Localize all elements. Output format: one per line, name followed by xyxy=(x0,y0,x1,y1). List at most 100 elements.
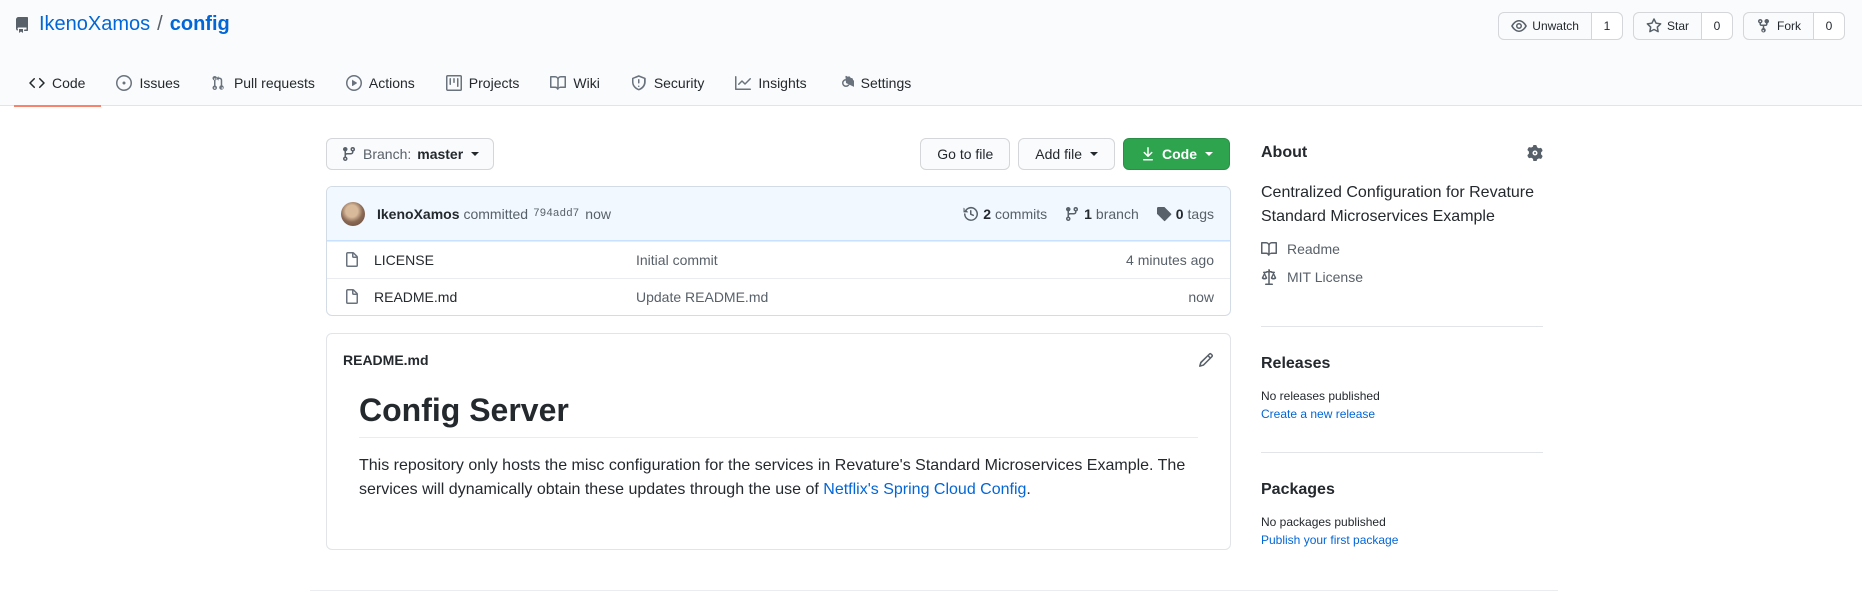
tab-issues[interactable]: Issues xyxy=(101,60,195,106)
readme-paragraph: This repository only hosts the misc conf… xyxy=(359,454,1198,502)
caret-down-icon xyxy=(1205,152,1213,156)
license-link-label: MIT License xyxy=(1287,269,1363,285)
packages-heading[interactable]: Packages xyxy=(1261,477,1543,503)
tab-insights-label: Insights xyxy=(758,75,807,91)
tags-count: 0 xyxy=(1175,205,1184,222)
readme-filename[interactable]: README.md xyxy=(343,352,429,368)
branch-name: master xyxy=(417,146,464,162)
tab-actions[interactable]: Actions xyxy=(331,60,431,106)
star-button-group: Star 0 xyxy=(1632,12,1733,40)
code-icon xyxy=(29,77,45,89)
no-packages-text: No packages published xyxy=(1261,515,1386,529)
go-to-file-button[interactable]: Go to file xyxy=(920,138,1011,170)
eye-icon xyxy=(1511,20,1528,32)
branches-link[interactable]: 1 branch xyxy=(1064,206,1139,222)
tab-security-label: Security xyxy=(653,75,705,91)
star-button[interactable]: Star xyxy=(1634,13,1702,39)
commits-link[interactable]: 2 commits xyxy=(963,206,1047,222)
code-button-label: Code xyxy=(1162,146,1197,162)
tab-code[interactable]: Code xyxy=(14,60,102,107)
repo-owner-link[interactable]: IkenoXamos xyxy=(39,13,150,36)
commit-verb: committed xyxy=(463,205,529,222)
file-navigation: Go to file Add file Code xyxy=(920,138,1230,170)
shield-icon xyxy=(631,75,646,91)
book-icon xyxy=(550,75,567,90)
branch-select-button[interactable]: Branch: master xyxy=(326,138,495,170)
commit-time: now xyxy=(585,205,611,222)
file-age: 4 minutes ago xyxy=(1126,252,1214,268)
project-icon xyxy=(445,75,462,91)
tab-issues-label: Issues xyxy=(139,75,180,91)
file-commit-message[interactable]: Update README.md xyxy=(636,289,768,305)
file-name[interactable]: README.md xyxy=(374,289,636,305)
readme-header: README.md xyxy=(327,334,1230,386)
commits-label: commits xyxy=(995,205,1048,222)
readme-heading: Config Server xyxy=(359,386,1198,439)
file-row[interactable]: README.md Update README.md now xyxy=(327,278,1230,315)
spring-cloud-config-link[interactable]: Netflix's Spring Cloud Config xyxy=(823,481,1026,498)
repo-title: IkenoXamos / config xyxy=(14,13,230,36)
history-icon xyxy=(963,206,979,221)
footer-divider xyxy=(310,590,1558,591)
tab-wiki[interactable]: Wiki xyxy=(535,60,615,106)
commit-author[interactable]: IkenoXamos xyxy=(377,206,459,222)
forks-count[interactable]: 0 xyxy=(1814,13,1844,39)
readme-link[interactable]: Readme xyxy=(1261,241,1543,257)
watchers-count[interactable]: 1 xyxy=(1591,13,1622,39)
unwatch-label: Unwatch xyxy=(1532,19,1579,33)
about-section: About Centralized Configuration for Reva… xyxy=(1261,140,1543,327)
publish-package-link[interactable]: Publish your first package xyxy=(1261,533,1543,547)
avatar[interactable] xyxy=(341,201,365,226)
tab-projects[interactable]: Projects xyxy=(431,60,536,106)
star-icon xyxy=(1646,18,1662,33)
tab-pull-requests[interactable]: Pull requests xyxy=(196,60,331,106)
license-link[interactable]: MIT License xyxy=(1261,269,1543,285)
pencil-icon[interactable] xyxy=(1198,352,1214,368)
releases-heading[interactable]: Releases xyxy=(1261,351,1543,377)
stars-count[interactable]: 0 xyxy=(1702,13,1732,39)
unwatch-button[interactable]: Unwatch xyxy=(1499,13,1592,39)
tab-insights[interactable]: Insights xyxy=(720,60,822,106)
repo-nav: Code Issues Pull requests Actions Projec… xyxy=(14,60,928,107)
issue-icon xyxy=(116,75,133,91)
file-icon xyxy=(346,289,358,304)
play-icon xyxy=(345,75,362,91)
add-file-button[interactable]: Add file xyxy=(1018,138,1115,170)
branch-icon xyxy=(343,146,355,162)
fork-label: Fork xyxy=(1777,19,1801,33)
repo-name-link[interactable]: config xyxy=(170,13,230,36)
about-title: About xyxy=(1261,144,1308,161)
fork-button[interactable]: Fork xyxy=(1744,13,1814,39)
pagehead-actions: Unwatch 1 Star 0 Fork 0 xyxy=(1498,12,1845,40)
branch-count: 1 xyxy=(1084,205,1092,222)
commits-count: 2 xyxy=(983,205,991,222)
gear-icon[interactable] xyxy=(1527,145,1543,161)
watch-button-group: Unwatch 1 xyxy=(1498,12,1623,40)
tab-wiki-label: Wiki xyxy=(573,75,600,91)
code-download-button[interactable]: Code xyxy=(1123,138,1230,170)
packages-section: Packages No packages published Publish y… xyxy=(1261,453,1543,547)
file-commit-message[interactable]: Initial commit xyxy=(636,252,718,268)
latest-commit-bar: IkenoXamos committed 794add7 now 2 commi… xyxy=(327,187,1230,241)
readme-body-end: . xyxy=(1026,481,1031,499)
file-icon xyxy=(346,252,358,267)
graph-icon xyxy=(735,76,752,90)
caret-down-icon xyxy=(471,152,480,156)
create-release-link[interactable]: Create a new release xyxy=(1261,407,1543,421)
tab-settings[interactable]: Settings xyxy=(823,60,928,106)
commit-sha[interactable]: 794add7 xyxy=(533,208,579,220)
readme-link-label: Readme xyxy=(1287,241,1340,257)
tab-settings-label: Settings xyxy=(860,75,912,91)
star-label: Star xyxy=(1666,19,1689,33)
file-row[interactable]: LICENSE Initial commit 4 minutes ago xyxy=(327,241,1230,278)
fork-button-group: Fork 0 xyxy=(1743,12,1845,40)
tab-security[interactable]: Security xyxy=(616,60,721,106)
tab-code-label: Code xyxy=(52,75,86,91)
tags-link[interactable]: 0 tags xyxy=(1156,206,1214,222)
tab-projects-label: Projects xyxy=(468,75,520,91)
tab-actions-label: Actions xyxy=(368,75,415,91)
releases-section: Releases No releases published Create a … xyxy=(1261,327,1543,453)
branch-icon xyxy=(1066,206,1079,221)
file-name[interactable]: LICENSE xyxy=(374,252,636,268)
branch-label: branch xyxy=(1095,205,1139,222)
